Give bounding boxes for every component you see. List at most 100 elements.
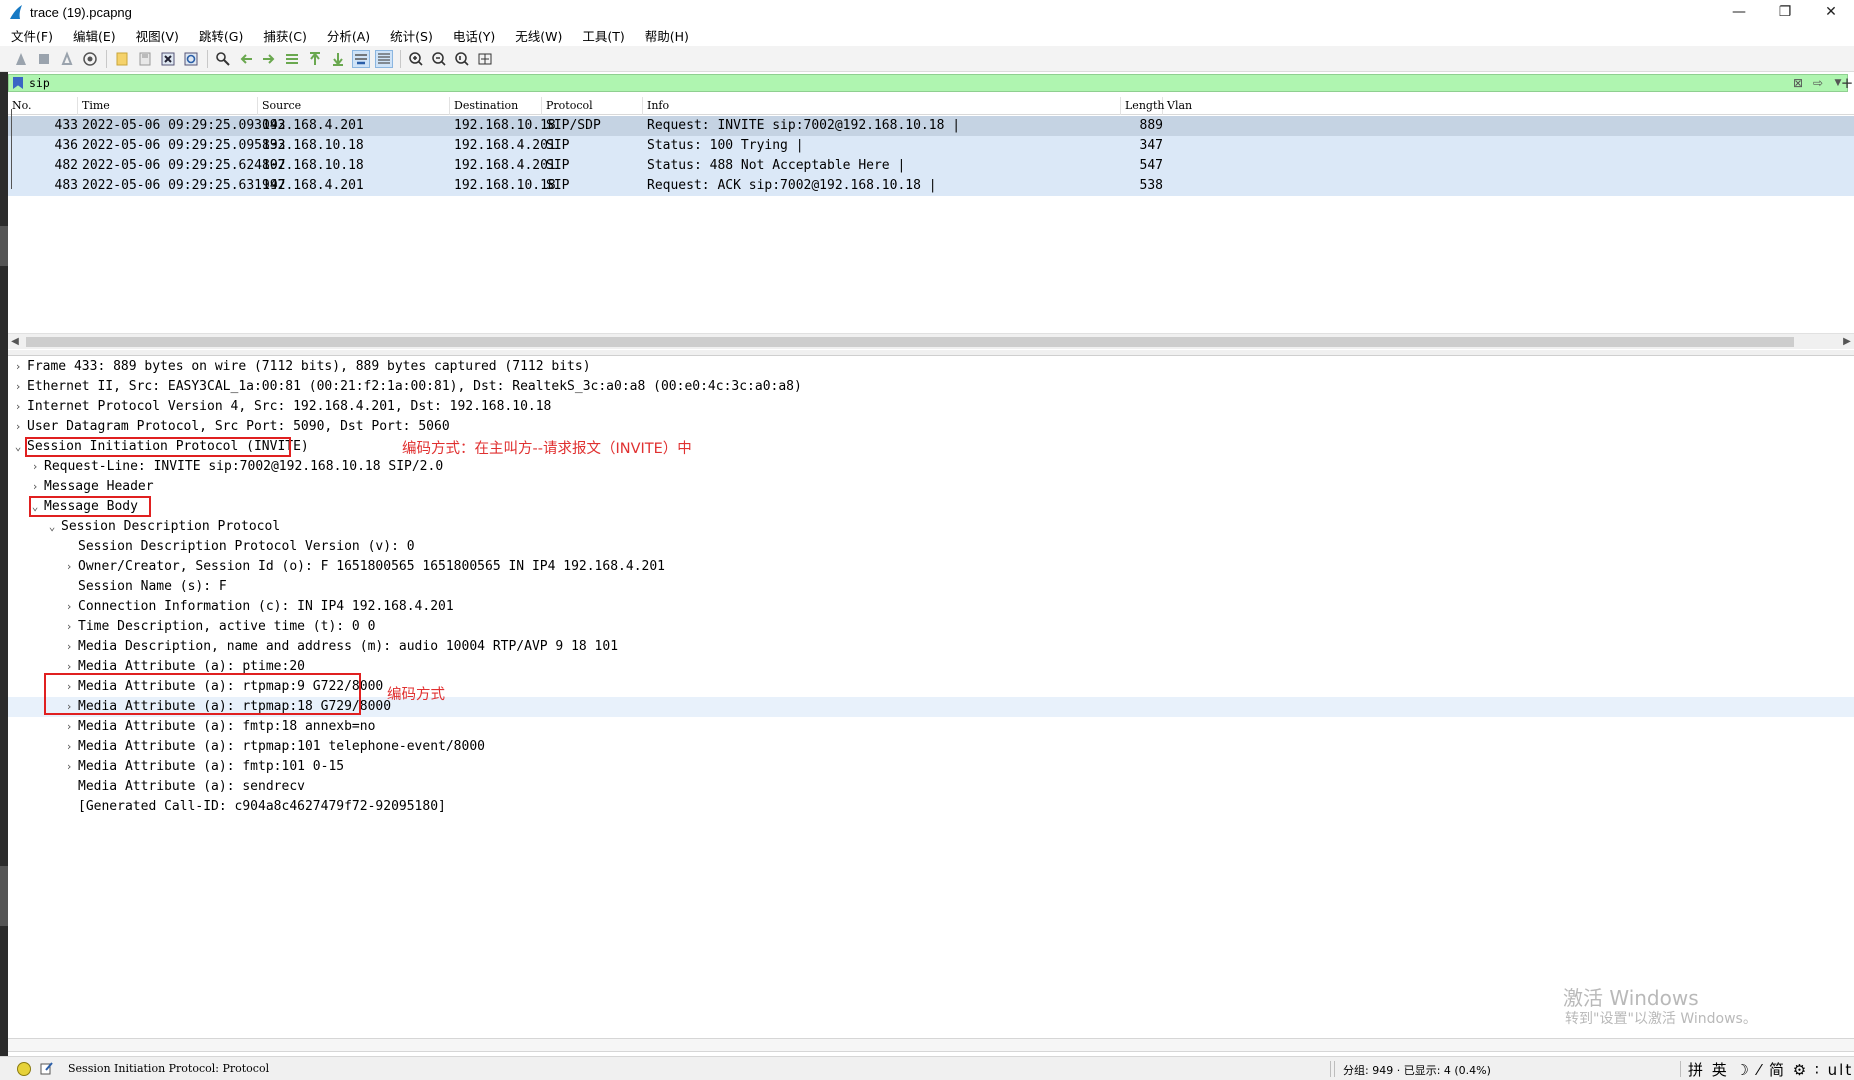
expand-chevron-icon[interactable]: › bbox=[63, 717, 75, 737]
detail-row-generated-call-id[interactable]: [Generated Call-ID: c904a8c4627479f72-92… bbox=[8, 797, 1854, 817]
expand-chevron-icon[interactable]: › bbox=[29, 477, 41, 497]
menu-capture[interactable]: 捕获(C) bbox=[260, 26, 309, 45]
packet-row[interactable]: 483 2022-05-06 09:29:25.631947 192.168.4… bbox=[8, 176, 1854, 196]
display-filter-input[interactable] bbox=[29, 75, 1789, 91]
resize-columns-icon[interactable] bbox=[476, 50, 494, 68]
packet-destination: 192.168.10.18 bbox=[454, 178, 556, 193]
scrollbar-thumb[interactable] bbox=[26, 337, 1794, 347]
apply-filter-icon[interactable]: ⇨ bbox=[1807, 75, 1829, 91]
detail-row-owner[interactable]: › Owner/Creator, Session Id (o): F 16518… bbox=[8, 557, 1854, 577]
edit-comment-icon[interactable] bbox=[40, 1061, 54, 1075]
close-button[interactable]: ✕ bbox=[1808, 0, 1854, 24]
menu-analyze[interactable]: 分析(A) bbox=[324, 26, 373, 45]
detail-text: Owner/Creator, Session Id (o): F 1651800… bbox=[78, 559, 665, 574]
menu-tools[interactable]: 工具(T) bbox=[579, 26, 627, 45]
menu-telephony[interactable]: 电话(Y) bbox=[450, 26, 498, 45]
detail-row-sdp-version[interactable]: Session Description Protocol Version (v)… bbox=[8, 537, 1854, 557]
reload-file-icon[interactable] bbox=[182, 50, 200, 68]
go-back-icon[interactable] bbox=[237, 50, 255, 68]
column-header-destination[interactable]: Destination bbox=[450, 97, 542, 115]
go-to-packet-icon[interactable] bbox=[283, 50, 301, 68]
expert-info-led-icon[interactable] bbox=[17, 1062, 31, 1076]
auto-scroll-icon[interactable] bbox=[352, 49, 370, 68]
normal-size-icon[interactable] bbox=[453, 50, 471, 68]
start-capture-icon[interactable] bbox=[12, 50, 30, 68]
ime-indicator[interactable]: 拼 英 ☽ ⁄ 简 ⚙ ∶ ult bbox=[1688, 1059, 1853, 1080]
detail-row-sdp[interactable]: ⌄ Session Description Protocol bbox=[8, 517, 1854, 537]
zoom-in-icon[interactable] bbox=[407, 50, 425, 68]
detail-row-request-line[interactable]: › Request-Line: INVITE sip:7002@192.168.… bbox=[8, 457, 1854, 477]
menu-statistics[interactable]: 统计(S) bbox=[387, 26, 436, 45]
detail-row-connection[interactable]: › Connection Information (c): IN IP4 192… bbox=[8, 597, 1854, 617]
detail-row-ipv4[interactable]: › Internet Protocol Version 4, Src: 192.… bbox=[8, 397, 1854, 417]
column-header-protocol[interactable]: Protocol bbox=[542, 97, 643, 115]
column-header-vlan[interactable]: Vlan bbox=[1163, 97, 1854, 115]
minimize-button[interactable]: — bbox=[1716, 0, 1762, 24]
packet-protocol: SIP/SDP bbox=[546, 118, 601, 133]
packet-row[interactable]: 433 2022-05-06 09:29:25.093043 192.168.4… bbox=[8, 116, 1854, 136]
expand-chevron-icon[interactable]: › bbox=[63, 757, 75, 777]
detail-row-media-attr-sendrecv[interactable]: Media Attribute (a): sendrecv bbox=[8, 777, 1854, 797]
detail-row-udp[interactable]: › User Datagram Protocol, Src Port: 5090… bbox=[8, 417, 1854, 437]
detail-row-session-name[interactable]: Session Name (s): F bbox=[8, 577, 1854, 597]
detail-row-message-body[interactable]: ⌄ Message Body bbox=[8, 497, 1854, 517]
expand-chevron-icon[interactable]: › bbox=[63, 737, 75, 757]
column-header-length[interactable]: Length bbox=[1121, 97, 1164, 115]
detail-row-frame[interactable]: › Frame 433: 889 bytes on wire (7112 bit… bbox=[8, 357, 1854, 377]
zoom-out-icon[interactable] bbox=[430, 50, 448, 68]
restart-capture-icon[interactable] bbox=[58, 50, 76, 68]
menu-go[interactable]: 跳转(G) bbox=[196, 26, 246, 45]
menu-edit[interactable]: 编辑(E) bbox=[70, 26, 119, 45]
expand-chevron-icon[interactable]: › bbox=[12, 357, 24, 377]
open-file-icon[interactable] bbox=[113, 50, 131, 68]
expand-chevron-icon[interactable]: › bbox=[12, 397, 24, 417]
packet-row[interactable]: 482 2022-05-06 09:29:25.624807 192.168.1… bbox=[8, 156, 1854, 176]
menu-wireless[interactable]: 无线(W) bbox=[512, 26, 565, 45]
save-file-icon[interactable] bbox=[136, 50, 154, 68]
menu-help[interactable]: 帮助(H) bbox=[642, 26, 692, 45]
stop-capture-icon[interactable] bbox=[35, 50, 53, 68]
detail-row-media-attr-fmtp101[interactable]: › Media Attribute (a): fmtp:101 0-15 bbox=[8, 757, 1854, 777]
expand-chevron-icon[interactable]: › bbox=[29, 457, 41, 477]
expand-chevron-icon[interactable]: › bbox=[63, 597, 75, 617]
menu-view[interactable]: 视图(V) bbox=[133, 26, 182, 45]
colorize-icon[interactable] bbox=[375, 49, 393, 68]
expand-chevron-icon[interactable]: › bbox=[12, 377, 24, 397]
add-filter-button[interactable]: + bbox=[1840, 74, 1854, 92]
go-forward-icon[interactable] bbox=[260, 50, 278, 68]
last-packet-icon[interactable] bbox=[329, 50, 347, 68]
title-bar: trace (19).pcapng — ❐ ✕ bbox=[0, 0, 1854, 24]
expand-chevron-icon[interactable]: › bbox=[63, 557, 75, 577]
detail-row-media-attr-fmtp18[interactable]: › Media Attribute (a): fmtp:18 annexb=no bbox=[8, 717, 1854, 737]
packet-row[interactable]: 436 2022-05-06 09:29:25.095833 192.168.1… bbox=[8, 136, 1854, 156]
scroll-right-icon[interactable]: ▶ bbox=[1840, 334, 1854, 350]
expand-chevron-icon[interactable]: › bbox=[63, 617, 75, 637]
detail-row-message-header[interactable]: › Message Header bbox=[8, 477, 1854, 497]
detail-row-media-attr-telephone-event[interactable]: › Media Attribute (a): rtpmap:101 teleph… bbox=[8, 737, 1854, 757]
pane-splitter[interactable] bbox=[8, 1038, 1854, 1052]
detail-row-time-description[interactable]: › Time Description, active time (t): 0 0 bbox=[8, 617, 1854, 637]
pane-splitter[interactable] bbox=[8, 350, 1854, 356]
detail-row-media-description[interactable]: › Media Description, name and address (m… bbox=[8, 637, 1854, 657]
column-header-no[interactable]: No. bbox=[8, 97, 78, 115]
scroll-left-icon[interactable]: ◀ bbox=[8, 334, 22, 350]
column-header-source[interactable]: Source bbox=[258, 97, 450, 115]
menu-file[interactable]: 文件(F) bbox=[8, 26, 56, 45]
collapse-chevron-icon[interactable]: ⌄ bbox=[12, 437, 24, 457]
find-packet-icon[interactable] bbox=[214, 50, 232, 68]
collapse-chevron-icon[interactable]: ⌄ bbox=[46, 517, 58, 537]
clear-filter-icon[interactable]: ⊠ bbox=[1789, 75, 1807, 91]
column-header-time[interactable]: Time bbox=[78, 97, 258, 115]
restore-button[interactable]: ❐ bbox=[1762, 0, 1808, 24]
packet-no: 483 bbox=[54, 178, 78, 193]
capture-options-icon[interactable] bbox=[81, 50, 99, 68]
detail-text: Internet Protocol Version 4, Src: 192.16… bbox=[27, 399, 552, 414]
detail-row-ethernet[interactable]: › Ethernet II, Src: EASY3CAL_1a:00:81 (0… bbox=[8, 377, 1854, 397]
close-file-icon[interactable] bbox=[159, 50, 177, 68]
first-packet-icon[interactable] bbox=[306, 50, 324, 68]
column-header-info[interactable]: Info bbox=[643, 97, 1121, 115]
packet-list-hscrollbar[interactable]: ◀ ▶ bbox=[8, 333, 1854, 349]
filter-bookmark-icon[interactable] bbox=[13, 77, 23, 89]
expand-chevron-icon[interactable]: › bbox=[63, 637, 75, 657]
expand-chevron-icon[interactable]: › bbox=[12, 417, 24, 437]
